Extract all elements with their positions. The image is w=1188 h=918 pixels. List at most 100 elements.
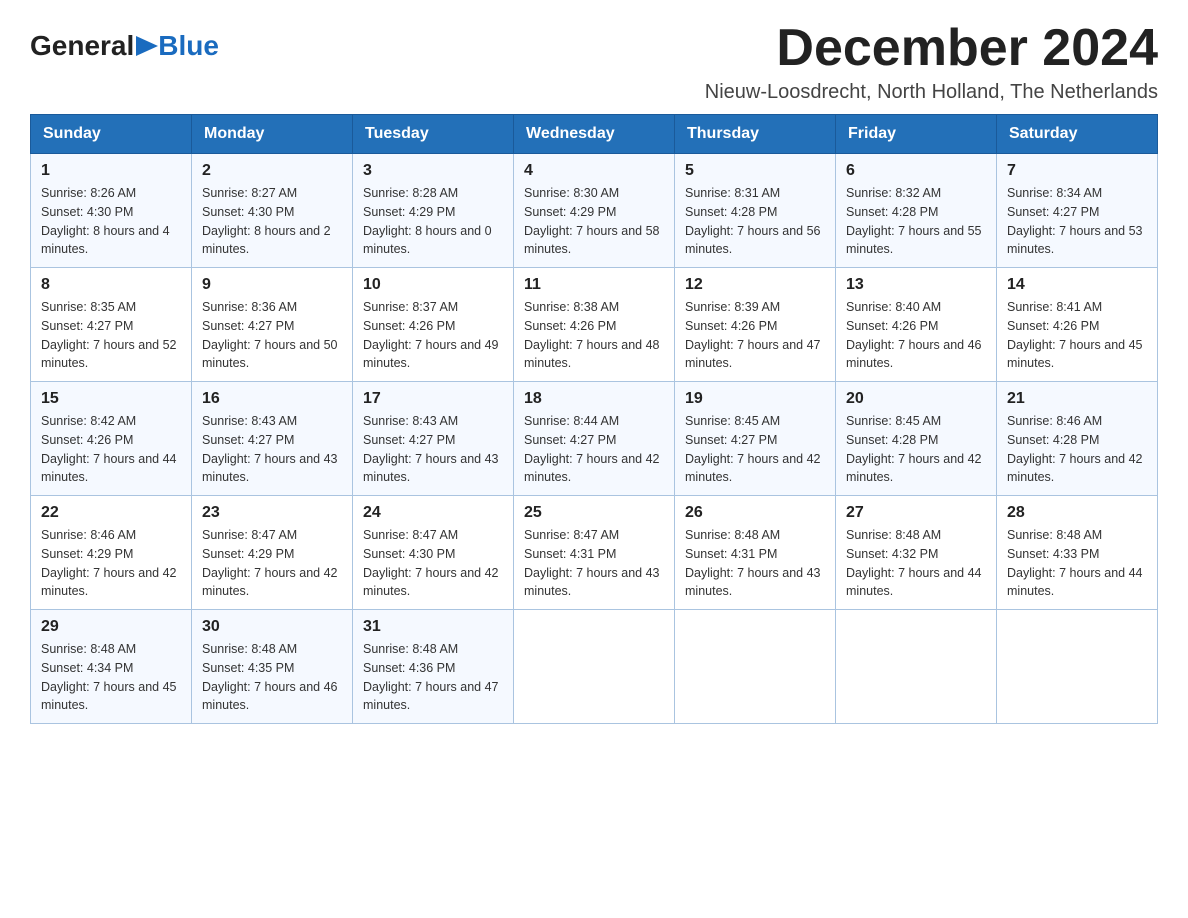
day-info: Sunrise: 8:30 AMSunset: 4:29 PMDaylight:… — [524, 184, 664, 259]
day-info: Sunrise: 8:48 AMSunset: 4:35 PMDaylight:… — [202, 640, 342, 715]
calendar-cell: 7 Sunrise: 8:34 AMSunset: 4:27 PMDayligh… — [997, 154, 1158, 268]
day-info: Sunrise: 8:42 AMSunset: 4:26 PMDaylight:… — [41, 412, 181, 487]
day-number: 26 — [685, 504, 825, 522]
day-number: 7 — [1007, 162, 1147, 180]
col-header-monday: Monday — [192, 115, 353, 154]
day-number: 27 — [846, 504, 986, 522]
day-info: Sunrise: 8:47 AMSunset: 4:30 PMDaylight:… — [363, 526, 503, 601]
calendar-cell: 19 Sunrise: 8:45 AMSunset: 4:27 PMDaylig… — [675, 382, 836, 496]
day-info: Sunrise: 8:47 AMSunset: 4:31 PMDaylight:… — [524, 526, 664, 601]
calendar-cell: 18 Sunrise: 8:44 AMSunset: 4:27 PMDaylig… — [514, 382, 675, 496]
col-header-thursday: Thursday — [675, 115, 836, 154]
calendar-cell: 10 Sunrise: 8:37 AMSunset: 4:26 PMDaylig… — [353, 268, 514, 382]
calendar-cell: 28 Sunrise: 8:48 AMSunset: 4:33 PMDaylig… — [997, 496, 1158, 610]
month-title: December 2024 — [705, 20, 1158, 77]
page-header: General Blue December 2024 Nieuw-Loosdre… — [30, 20, 1158, 104]
location-subtitle: Nieuw-Loosdrecht, North Holland, The Net… — [705, 81, 1158, 104]
col-header-tuesday: Tuesday — [353, 115, 514, 154]
day-info: Sunrise: 8:44 AMSunset: 4:27 PMDaylight:… — [524, 412, 664, 487]
calendar-cell: 5 Sunrise: 8:31 AMSunset: 4:28 PMDayligh… — [675, 154, 836, 268]
logo-general: General — [30, 30, 134, 62]
day-info: Sunrise: 8:47 AMSunset: 4:29 PMDaylight:… — [202, 526, 342, 601]
calendar-cell: 30 Sunrise: 8:48 AMSunset: 4:35 PMDaylig… — [192, 610, 353, 724]
calendar-cell: 20 Sunrise: 8:45 AMSunset: 4:28 PMDaylig… — [836, 382, 997, 496]
day-number: 21 — [1007, 390, 1147, 408]
day-info: Sunrise: 8:46 AMSunset: 4:28 PMDaylight:… — [1007, 412, 1147, 487]
day-info: Sunrise: 8:48 AMSunset: 4:36 PMDaylight:… — [363, 640, 503, 715]
calendar-cell — [836, 610, 997, 724]
calendar-cell: 23 Sunrise: 8:47 AMSunset: 4:29 PMDaylig… — [192, 496, 353, 610]
col-header-friday: Friday — [836, 115, 997, 154]
day-info: Sunrise: 8:45 AMSunset: 4:27 PMDaylight:… — [685, 412, 825, 487]
calendar-week-row: 8 Sunrise: 8:35 AMSunset: 4:27 PMDayligh… — [31, 268, 1158, 382]
day-number: 28 — [1007, 504, 1147, 522]
day-number: 6 — [846, 162, 986, 180]
day-number: 23 — [202, 504, 342, 522]
day-number: 15 — [41, 390, 181, 408]
day-number: 12 — [685, 276, 825, 294]
day-number: 2 — [202, 162, 342, 180]
calendar-cell: 1 Sunrise: 8:26 AMSunset: 4:30 PMDayligh… — [31, 154, 192, 268]
calendar-week-row: 29 Sunrise: 8:48 AMSunset: 4:34 PMDaylig… — [31, 610, 1158, 724]
calendar-cell: 4 Sunrise: 8:30 AMSunset: 4:29 PMDayligh… — [514, 154, 675, 268]
day-info: Sunrise: 8:28 AMSunset: 4:29 PMDaylight:… — [363, 184, 503, 259]
calendar-cell: 29 Sunrise: 8:48 AMSunset: 4:34 PMDaylig… — [31, 610, 192, 724]
day-number: 29 — [41, 618, 181, 636]
col-header-saturday: Saturday — [997, 115, 1158, 154]
day-number: 19 — [685, 390, 825, 408]
calendar-cell: 24 Sunrise: 8:47 AMSunset: 4:30 PMDaylig… — [353, 496, 514, 610]
calendar-cell: 21 Sunrise: 8:46 AMSunset: 4:28 PMDaylig… — [997, 382, 1158, 496]
calendar-cell: 22 Sunrise: 8:46 AMSunset: 4:29 PMDaylig… — [31, 496, 192, 610]
day-number: 11 — [524, 276, 664, 294]
day-info: Sunrise: 8:37 AMSunset: 4:26 PMDaylight:… — [363, 298, 503, 373]
day-number: 24 — [363, 504, 503, 522]
day-info: Sunrise: 8:35 AMSunset: 4:27 PMDaylight:… — [41, 298, 181, 373]
day-number: 10 — [363, 276, 503, 294]
day-number: 14 — [1007, 276, 1147, 294]
calendar-cell: 25 Sunrise: 8:47 AMSunset: 4:31 PMDaylig… — [514, 496, 675, 610]
logo-arrow-icon — [136, 36, 158, 56]
calendar-cell: 11 Sunrise: 8:38 AMSunset: 4:26 PMDaylig… — [514, 268, 675, 382]
day-info: Sunrise: 8:39 AMSunset: 4:26 PMDaylight:… — [685, 298, 825, 373]
calendar-cell — [997, 610, 1158, 724]
day-info: Sunrise: 8:40 AMSunset: 4:26 PMDaylight:… — [846, 298, 986, 373]
calendar-cell: 31 Sunrise: 8:48 AMSunset: 4:36 PMDaylig… — [353, 610, 514, 724]
calendar-cell: 27 Sunrise: 8:48 AMSunset: 4:32 PMDaylig… — [836, 496, 997, 610]
calendar-table: SundayMondayTuesdayWednesdayThursdayFrid… — [30, 114, 1158, 724]
day-number: 3 — [363, 162, 503, 180]
day-number: 1 — [41, 162, 181, 180]
day-number: 22 — [41, 504, 181, 522]
day-number: 18 — [524, 390, 664, 408]
calendar-header-row: SundayMondayTuesdayWednesdayThursdayFrid… — [31, 115, 1158, 154]
day-number: 25 — [524, 504, 664, 522]
logo: General Blue — [30, 30, 219, 62]
day-number: 9 — [202, 276, 342, 294]
calendar-cell: 17 Sunrise: 8:43 AMSunset: 4:27 PMDaylig… — [353, 382, 514, 496]
day-number: 31 — [363, 618, 503, 636]
title-area: December 2024 Nieuw-Loosdrecht, North Ho… — [705, 20, 1158, 104]
day-info: Sunrise: 8:32 AMSunset: 4:28 PMDaylight:… — [846, 184, 986, 259]
day-number: 30 — [202, 618, 342, 636]
day-info: Sunrise: 8:26 AMSunset: 4:30 PMDaylight:… — [41, 184, 181, 259]
calendar-week-row: 1 Sunrise: 8:26 AMSunset: 4:30 PMDayligh… — [31, 154, 1158, 268]
calendar-cell: 12 Sunrise: 8:39 AMSunset: 4:26 PMDaylig… — [675, 268, 836, 382]
day-info: Sunrise: 8:48 AMSunset: 4:32 PMDaylight:… — [846, 526, 986, 601]
day-info: Sunrise: 8:45 AMSunset: 4:28 PMDaylight:… — [846, 412, 986, 487]
logo-blue: Blue — [158, 30, 219, 62]
day-info: Sunrise: 8:36 AMSunset: 4:27 PMDaylight:… — [202, 298, 342, 373]
calendar-cell: 8 Sunrise: 8:35 AMSunset: 4:27 PMDayligh… — [31, 268, 192, 382]
calendar-cell: 14 Sunrise: 8:41 AMSunset: 4:26 PMDaylig… — [997, 268, 1158, 382]
day-info: Sunrise: 8:31 AMSunset: 4:28 PMDaylight:… — [685, 184, 825, 259]
day-number: 8 — [41, 276, 181, 294]
day-info: Sunrise: 8:48 AMSunset: 4:34 PMDaylight:… — [41, 640, 181, 715]
calendar-cell — [675, 610, 836, 724]
day-info: Sunrise: 8:48 AMSunset: 4:31 PMDaylight:… — [685, 526, 825, 601]
day-info: Sunrise: 8:41 AMSunset: 4:26 PMDaylight:… — [1007, 298, 1147, 373]
day-number: 20 — [846, 390, 986, 408]
calendar-cell: 13 Sunrise: 8:40 AMSunset: 4:26 PMDaylig… — [836, 268, 997, 382]
day-info: Sunrise: 8:46 AMSunset: 4:29 PMDaylight:… — [41, 526, 181, 601]
day-info: Sunrise: 8:34 AMSunset: 4:27 PMDaylight:… — [1007, 184, 1147, 259]
calendar-cell: 3 Sunrise: 8:28 AMSunset: 4:29 PMDayligh… — [353, 154, 514, 268]
calendar-cell — [514, 610, 675, 724]
day-info: Sunrise: 8:43 AMSunset: 4:27 PMDaylight:… — [363, 412, 503, 487]
